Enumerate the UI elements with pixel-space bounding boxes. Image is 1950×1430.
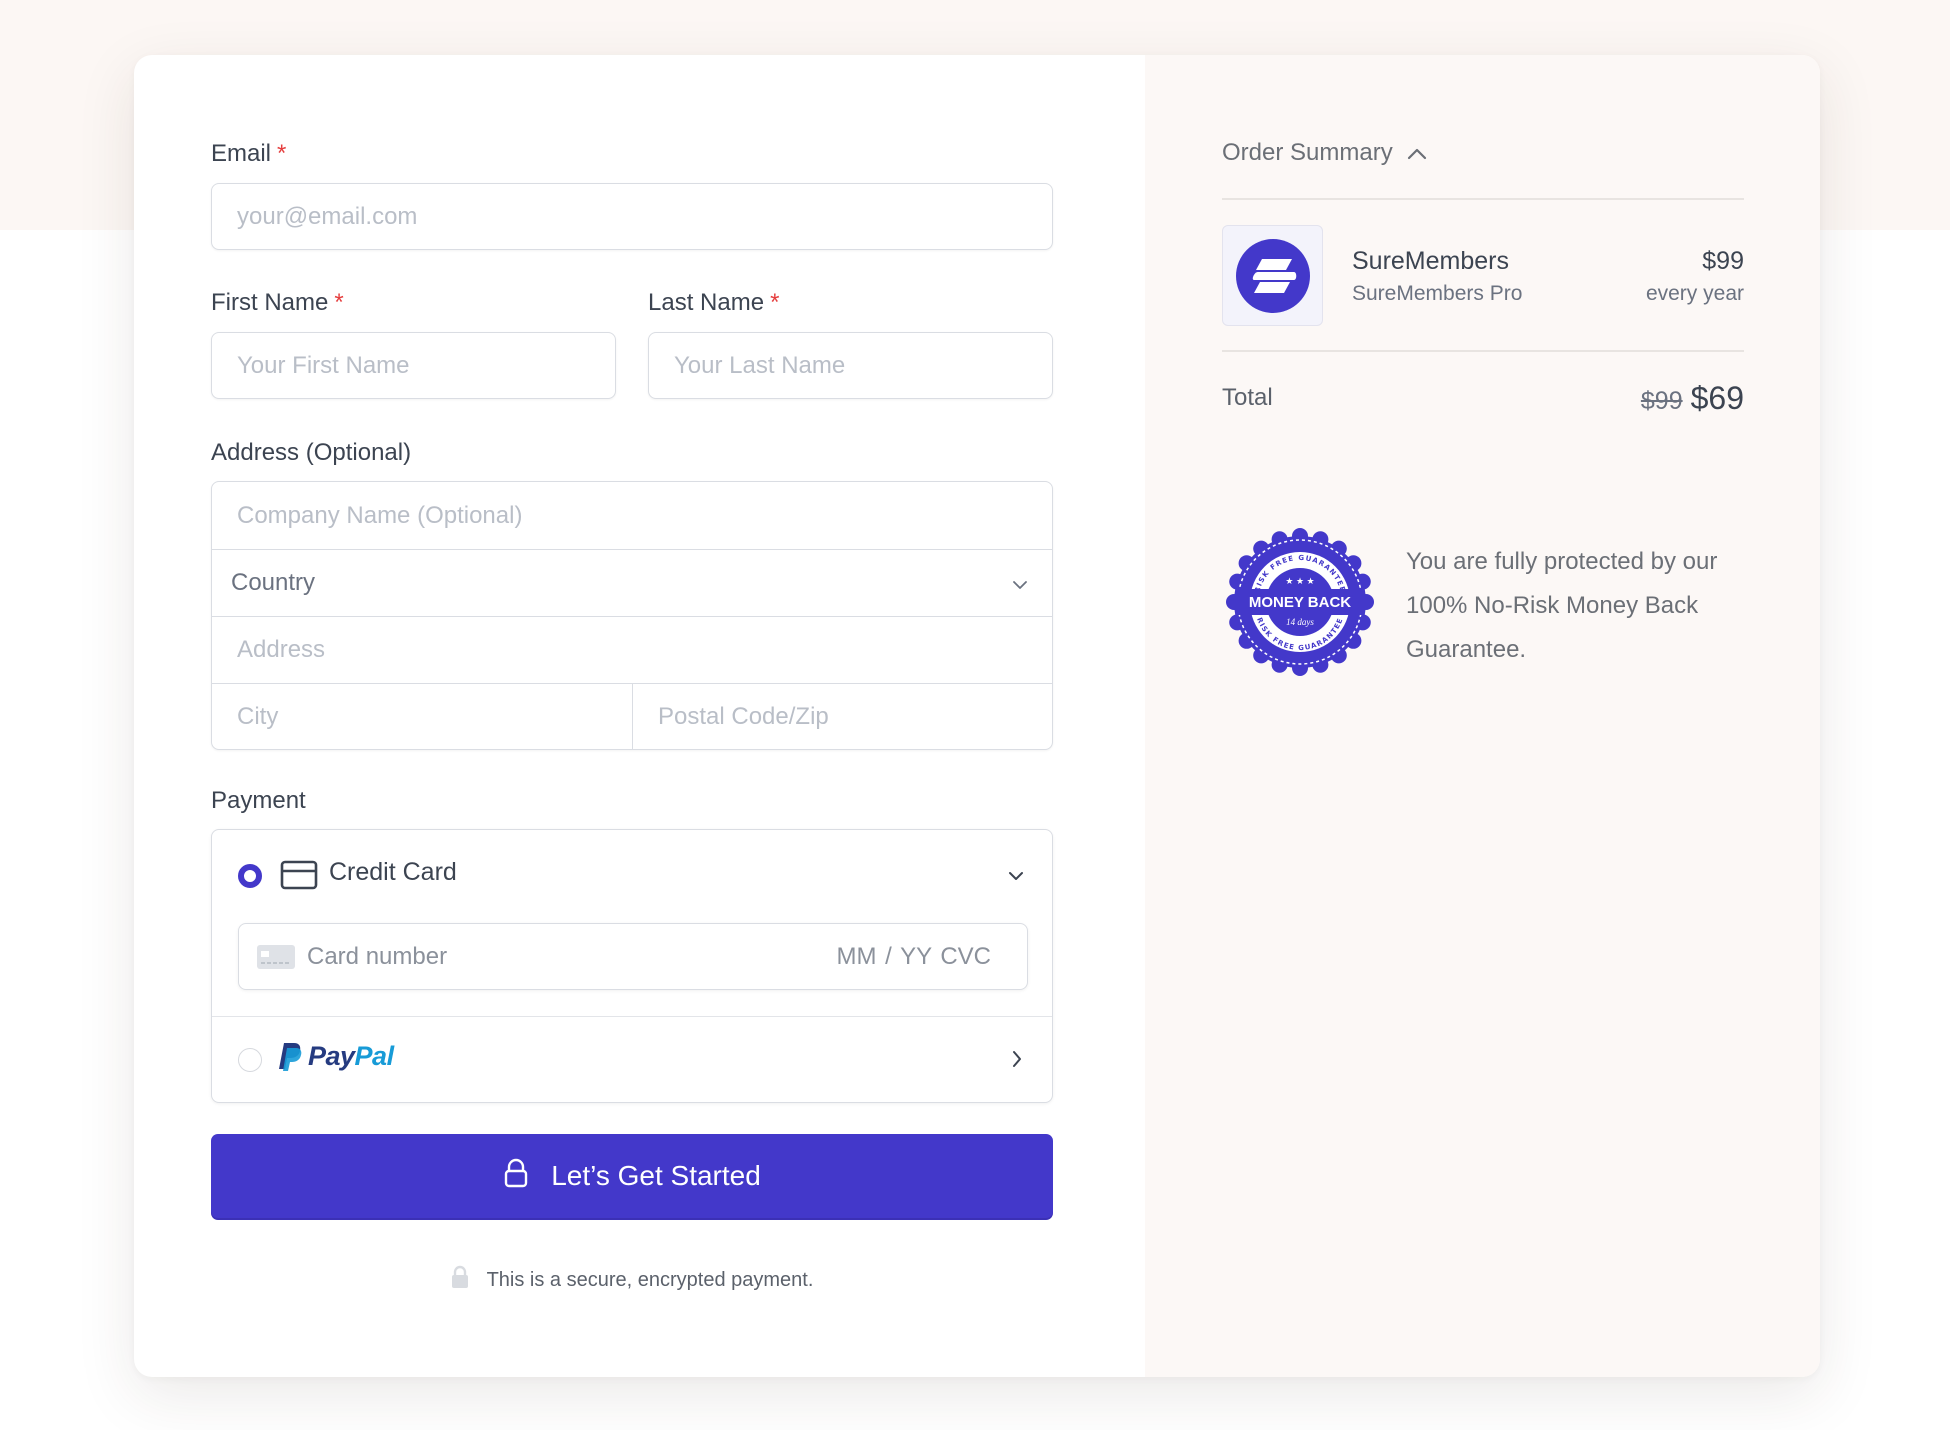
badge-scallop (1292, 528, 1308, 544)
badge-scallop (1354, 573, 1371, 590)
badge-scallop (1229, 573, 1246, 590)
chevron-up-icon (1407, 139, 1427, 167)
summary-divider (1222, 198, 1744, 200)
payment-divider (212, 1016, 1052, 1017)
badge-scallop (1312, 531, 1329, 548)
badge-main-text: MONEY BACK (1249, 594, 1351, 611)
paypal-p-icon (279, 1042, 302, 1071)
product-billing-period: every year (1645, 282, 1744, 305)
card-expiry-cvc-placeholder: MM / YY CVC (836, 943, 991, 970)
paypal-text-pal: Pal (354, 1041, 395, 1071)
badge-sub-text: 14 days (1286, 617, 1314, 627)
original-price: $99 (1640, 387, 1683, 415)
product-name: SureMembers (1352, 247, 1509, 275)
country-selected-value: Country (231, 569, 316, 596)
card-details-input[interactable]: Card number MM / YY CVC (238, 923, 1028, 990)
last-name-label: Last Name * (648, 289, 779, 317)
secure-note-text: This is a secure, encrypted payment. (486, 1268, 814, 1291)
badge-scallop (1271, 531, 1288, 548)
required-mark: * (334, 289, 344, 316)
badge-scallop (1330, 540, 1347, 557)
payment-label: Payment (211, 787, 306, 814)
paypal-radio[interactable] (238, 1048, 262, 1072)
paypal-text-pay: Pay (308, 1041, 355, 1071)
first-name-input[interactable]: Your First Name (211, 332, 616, 399)
city-input[interactable]: City (212, 683, 633, 749)
required-mark: * (277, 140, 287, 167)
total-label: Total (1222, 384, 1273, 411)
first-name-label: First Name * (211, 289, 344, 317)
credit-card-radio[interactable] (238, 864, 262, 888)
address-input[interactable]: Address (212, 616, 1052, 683)
chevron-down-icon (1012, 569, 1028, 597)
first-name-placeholder: Your First Name (237, 351, 410, 379)
card-placeholder-icon (257, 945, 295, 974)
badge-scallop (1229, 614, 1246, 631)
address-group: Company Name (Optional) Country Address … (211, 481, 1053, 750)
badge-scallop (1292, 660, 1308, 676)
first-name-label-text: First Name (211, 289, 329, 316)
email-label-text: Email (211, 140, 272, 167)
total-price: $69 (1690, 380, 1744, 416)
badge-scallop (1253, 540, 1270, 557)
badge-scallop (1354, 614, 1371, 631)
summary-divider (1222, 350, 1744, 352)
suremembers-logo-icon (1235, 238, 1310, 313)
product-price: $99 (1702, 247, 1744, 275)
company-name-input[interactable]: Company Name (Optional) (212, 482, 1052, 549)
credit-card-label[interactable]: Credit Card (329, 858, 457, 887)
last-name-input[interactable]: Your Last Name (648, 332, 1053, 399)
product-variant: SureMembers Pro (1352, 282, 1523, 305)
postal-code-input[interactable]: Postal Code/Zip (633, 683, 1052, 749)
chevron-down-icon[interactable] (1008, 868, 1024, 886)
paypal-logo[interactable]: PayPal (278, 1041, 394, 1072)
email-input[interactable]: your@email.com (211, 183, 1053, 250)
payment-methods: Credit Card Card number MM / YY CVC PayP… (211, 829, 1053, 1103)
submit-button-label: Let’s Get Started (551, 1160, 761, 1191)
last-name-placeholder: Your Last Name (674, 351, 846, 379)
order-summary-title: Order Summary (1222, 139, 1393, 166)
address-label: Address (Optional) (211, 439, 412, 466)
lock-icon (503, 1158, 529, 1195)
badge-stars: ★ ★ ★ (1285, 576, 1314, 586)
email-label: Email * (211, 140, 286, 168)
secure-payment-note: This is a secure, encrypted payment. (211, 1265, 1053, 1295)
badge-scallop (1271, 656, 1288, 673)
city-placeholder: City (237, 703, 279, 730)
order-summary-toggle[interactable]: Order Summary (1222, 139, 1427, 167)
credit-card-icon (280, 860, 318, 895)
postal-code-placeholder: Postal Code/Zip (658, 703, 829, 730)
last-name-label-text: Last Name (648, 289, 765, 316)
country-select[interactable]: Country (212, 549, 1052, 616)
guarantee-text: You are fully protected by our 100% No-R… (1406, 548, 1718, 663)
badge-scallop (1312, 656, 1329, 673)
badge-scallop (1345, 555, 1362, 572)
money-back-badge: RISK FREE GUARANTEE RISK FREE GUARANTEE … (1225, 527, 1375, 677)
product-thumbnail (1222, 225, 1323, 326)
card-number-placeholder: Card number (307, 943, 448, 970)
email-placeholder: your@email.com (237, 202, 418, 230)
company-name-placeholder: Company Name (Optional) (237, 501, 523, 529)
submit-button[interactable]: Let’s Get Started (211, 1134, 1053, 1218)
address-placeholder: Address (237, 636, 326, 663)
required-mark: * (770, 289, 780, 316)
lock-icon (451, 1265, 469, 1295)
chevron-right-icon[interactable] (1012, 1050, 1022, 1073)
total-values: $99 $69 (1641, 380, 1744, 417)
